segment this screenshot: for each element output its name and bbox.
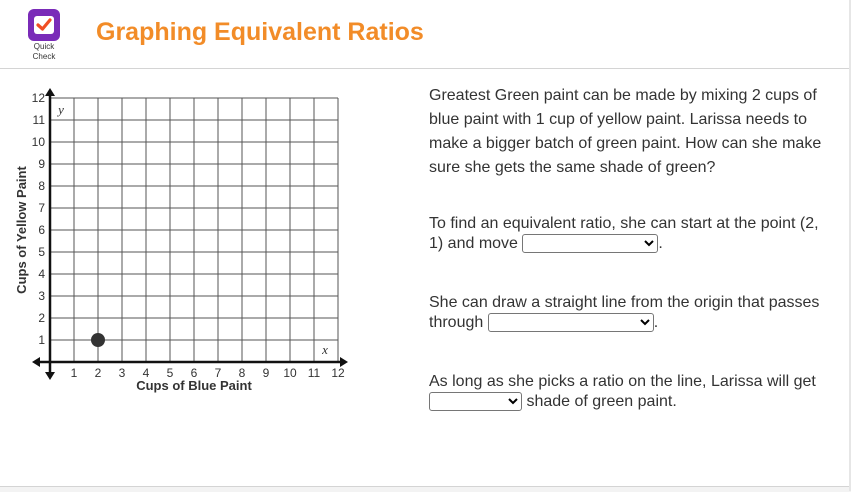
y-tick-label: 3 (38, 289, 45, 303)
y-tick-label: 2 (38, 311, 45, 325)
direction-dropdown[interactable] (522, 234, 659, 254)
y-tick-label: 12 (32, 91, 46, 105)
footer-divider (0, 486, 851, 492)
y-tick-label: 6 (38, 223, 45, 237)
point-dropdown[interactable] (487, 313, 654, 333)
x-tick-label: 1 (71, 366, 78, 380)
y-tick-label: 7 (38, 201, 45, 215)
question-part-2: She can draw a straight line from the or… (429, 293, 829, 333)
y-tick-label: 5 (38, 245, 45, 259)
x-tick-label: 12 (331, 366, 345, 380)
x-tick-label: 2 (95, 366, 102, 380)
x-tick-label: 3 (119, 366, 126, 380)
x-tick-label: 9 (263, 366, 270, 380)
x-axis-letter: x (321, 342, 328, 357)
shade-dropdown[interactable] (429, 392, 522, 412)
y-tick-label: 9 (38, 157, 45, 171)
question-part-3: As long as she picks a ratio on the line… (429, 372, 829, 412)
x-tick-label: 10 (283, 366, 297, 380)
y-axis-letter: y (56, 102, 64, 117)
part-1-period: . (658, 235, 663, 252)
y-tick-label: 1 (38, 333, 45, 347)
y-tick-label: 10 (32, 135, 46, 149)
x-axis-title: Cups of Blue Paint (136, 378, 252, 393)
part-3-text: As long as she picks a ratio on the line… (429, 373, 816, 390)
y-axis-arrow (45, 88, 55, 96)
question-intro: Greatest Green paint can be made by mixi… (429, 87, 822, 176)
y-axis-title: Cups of Yellow Paint (14, 166, 29, 294)
part-2-period: . (653, 314, 659, 331)
question-part-1: To find an equivalent ratio, she can sta… (429, 214, 829, 254)
quick-check-logo (28, 9, 60, 41)
ratio-graph: 1 2 3 4 5 6 7 8 9 10 11 12123456789101112xyCups of … (14, 88, 348, 393)
part-3-ending: shade of green paint. (526, 393, 677, 410)
x-axis-arrow-left (32, 357, 40, 367)
y-tick-label: 4 (38, 267, 45, 281)
logo-label: Quick Check (32, 42, 56, 61)
checkmark-icon (34, 16, 54, 34)
page-title: Graphing Equivalent Ratios (96, 18, 424, 46)
plotted-point (91, 333, 105, 347)
y-axis-arrow-down (45, 372, 55, 380)
x-tick-label: 11 (308, 366, 321, 380)
y-tick-label: 8 (38, 179, 45, 193)
y-tick-label: 11 (33, 113, 46, 127)
header: Quick Check Graphing Equivalent Ratios (0, 0, 851, 69)
